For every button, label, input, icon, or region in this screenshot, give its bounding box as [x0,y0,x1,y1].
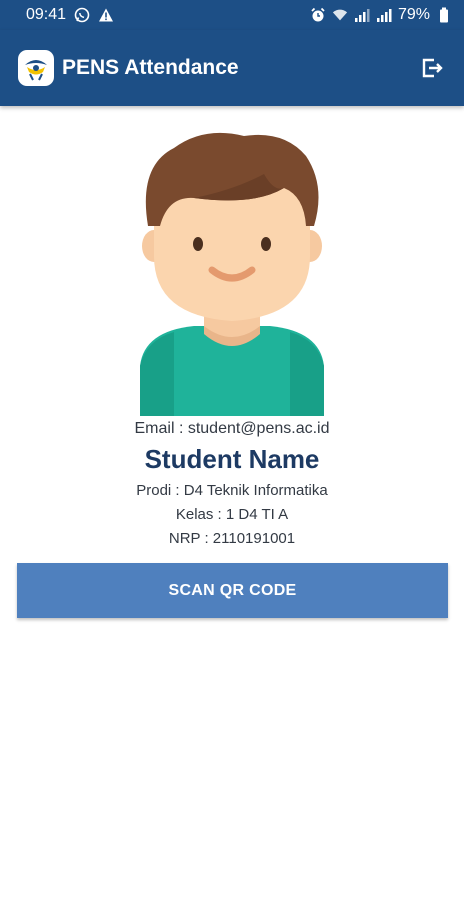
student-name: Student Name [144,444,320,474]
warning-icon [98,7,114,23]
scan-qr-button[interactable]: SCAN QR CODE [17,563,448,618]
battery-icon [436,7,452,23]
student-prodi: Prodi : D4 Teknik Informatika [136,482,328,499]
app-title: PENS Attendance [62,56,239,79]
app-bar: PENS Attendance [0,30,464,106]
student-email: Email : student@pens.ac.id [134,420,330,437]
signal-icon [376,7,392,23]
student-nrp: NRP : 2110191001 [168,530,296,547]
student-avatar-icon [134,126,330,416]
wifi-icon [332,7,348,23]
battery-percent: 79% [397,6,430,23]
alarm-icon [310,7,326,23]
logout-icon[interactable] [418,54,446,82]
pens-logo-icon [18,50,54,86]
student-kelas: Kelas : 1 D4 TI A [175,506,289,523]
signal-icon [354,7,370,23]
whatsapp-icon [74,7,90,23]
status-time: 09:41 [26,6,67,23]
status-bar: 09:41 79% [0,0,464,30]
